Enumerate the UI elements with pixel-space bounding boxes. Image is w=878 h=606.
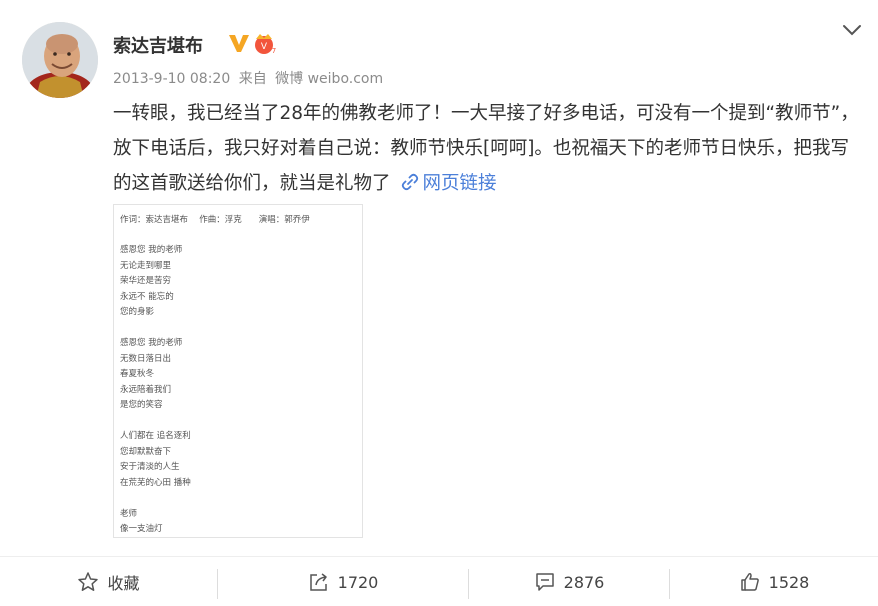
lyric-line: 您的身影 [120,307,155,317]
lyric-line: 无数日落日出 [120,353,172,364]
lyric-line: 无论走到哪里 [120,260,172,271]
author-name[interactable]: 索达吉堪布 [113,32,203,58]
repost-count: 1720 [337,572,379,592]
post-body: 一转眼，我已经当了28年的佛教老师了！一大早接了好多电话，可没有一个提到“教师节… [113,96,861,201]
lyric-line: 人们都在 追名逐利 [120,431,191,441]
web-link[interactable]: 网页链接 [391,173,497,194]
like-button[interactable]: 1528 [670,557,878,606]
link-icon [401,173,418,191]
lyrics-credit: 作词：索达吉堪布 作曲：浮克 演唱：郭乔伊 [120,215,310,225]
source-prefix: 来自 [238,71,267,87]
post-timestamp[interactable]: 2013-9-10 08:20 [113,71,230,87]
favorite-button[interactable]: 收藏 [0,557,217,606]
lyric-line: 永远陪着我们 [120,384,172,395]
lyric-line: 在荒芜的心田 播种 [120,477,191,488]
avatar[interactable] [22,22,98,98]
action-bar: 收藏 1720 2876 1528 [0,556,878,606]
lyric-line: 老师 [120,508,138,519]
lyric-line: 永远不 能忘的 [120,291,174,302]
lyric-line: 是您的笑容 [120,400,163,410]
lyric-line: 像一支油灯 [120,524,163,534]
star-icon [78,572,99,591]
like-count: 1528 [768,572,810,592]
comment-button[interactable]: 2876 [469,557,669,606]
lyric-line: 您却默默奋下 [120,446,172,457]
comment-icon [535,573,554,591]
lyric-line: 荣华还是苦穷 [120,276,172,286]
svg-text:V: V [261,42,268,52]
member-crown-icon[interactable]: V 7 [252,31,278,55]
thumbs-up-icon [740,573,759,591]
lyric-line: 为我照亮前程 [120,538,171,539]
repost-button[interactable]: 1720 [218,557,468,606]
chevron-down-icon[interactable] [840,20,864,40]
post-source[interactable]: 微博 weibo.com [275,71,383,87]
lyric-line: 安于清淡的人生 [120,462,180,472]
verified-v-icon [229,35,249,52]
favorite-label: 收藏 [107,574,140,593]
repost-icon [309,573,327,591]
web-link-label[interactable]: 网页链接 [423,173,497,194]
post-meta: 2013-9-10 08:20 来自 微博 weibo.com [113,68,387,88]
lyric-line: 感恩您 我的老师 [120,338,183,348]
lyric-line: 感恩您 我的老师 [120,245,183,255]
comment-count: 2876 [563,572,605,592]
svg-text:7: 7 [272,47,276,55]
lyrics-image[interactable]: 作词：索达吉堪布 作曲：浮克 演唱：郭乔伊 感恩您 我的老师 无论走到哪里 荣华还是… [113,204,363,538]
weibo-post-card: 索达吉堪布 V 7 2013-9-10 08:20 来自 微博 weibo.co… [0,0,878,560]
lyric-line: 春夏秋冬 [120,369,155,379]
